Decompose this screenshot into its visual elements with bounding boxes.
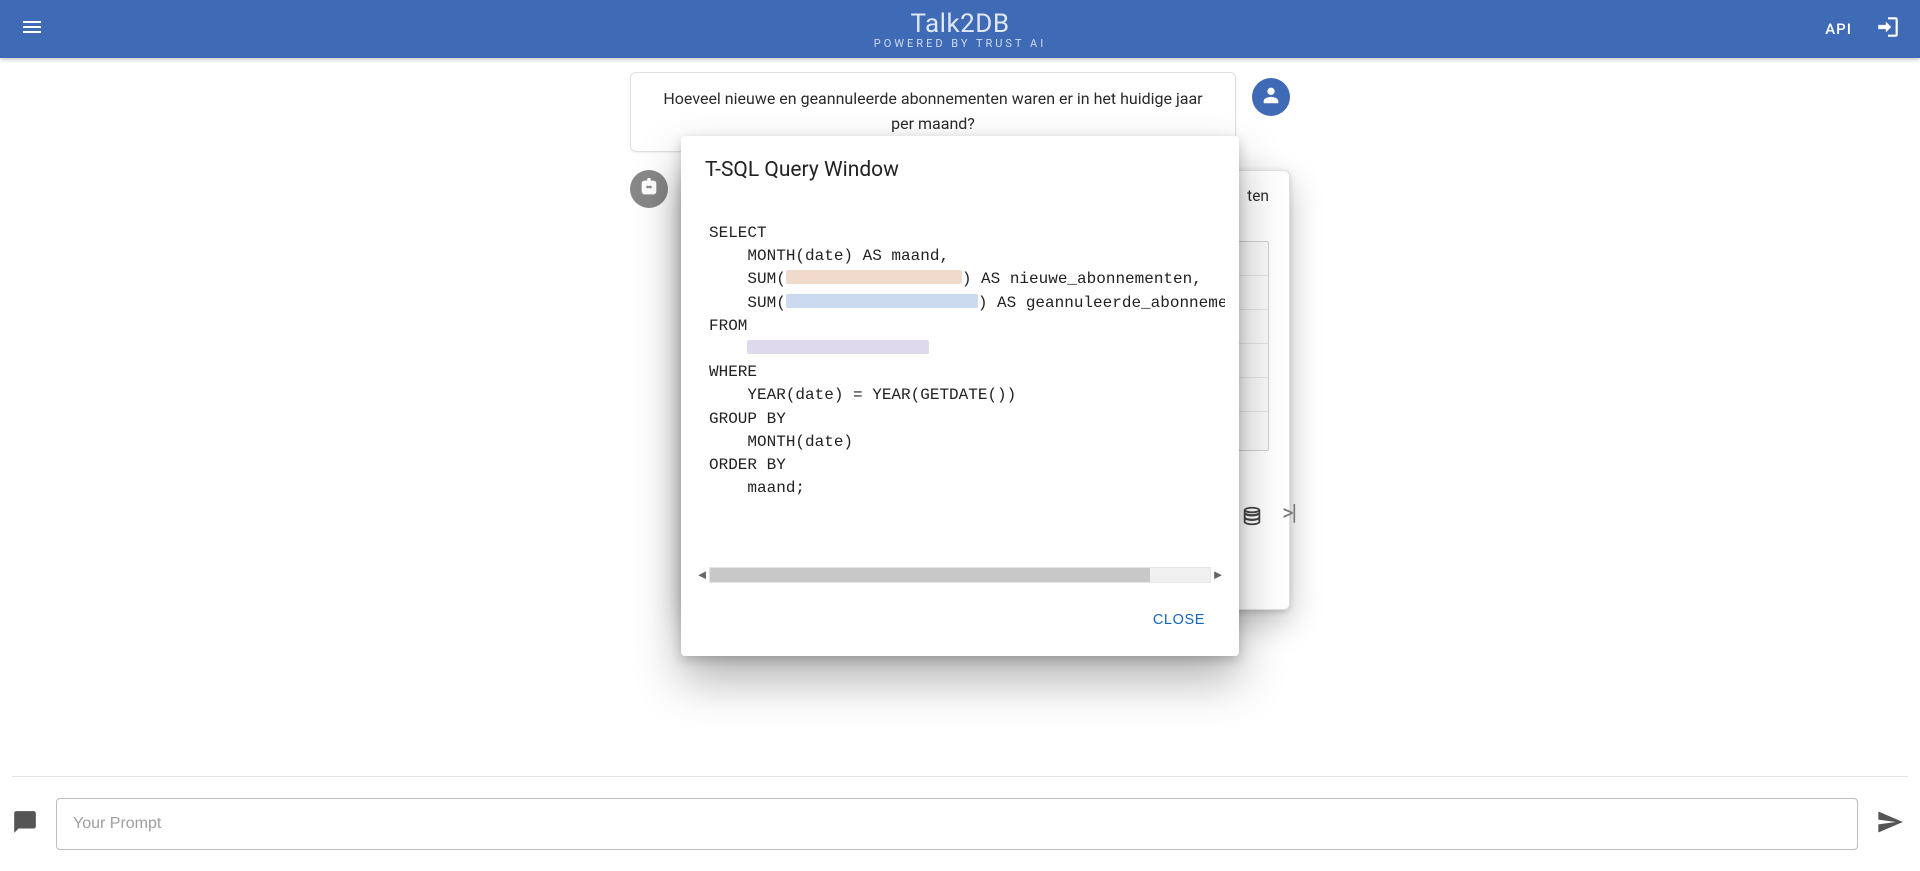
divider: [12, 776, 1908, 777]
pager-last[interactable]: >|: [1282, 501, 1295, 526]
person-icon: [1260, 84, 1282, 110]
menu-button[interactable]: [12, 9, 52, 49]
close-button[interactable]: CLOSE: [1143, 604, 1215, 636]
scrollbar-thumb[interactable]: [710, 568, 1150, 582]
scroll-left-arrow[interactable]: ◄: [695, 567, 709, 583]
hamburger-icon: [20, 15, 44, 43]
view-sql-button[interactable]: [1241, 505, 1269, 533]
sql-query-modal: T-SQL Query Window SELECT MONTH(date) AS…: [681, 136, 1239, 656]
app-bar: Talk2DB POWERED BY TRUST AI API: [0, 0, 1920, 58]
prompt-bar: [12, 795, 1908, 853]
sql-code: SELECT MONTH(date) AS maand, SUM() AS ni…: [695, 218, 1225, 504]
redacted-expression: [786, 294, 978, 308]
app-subtitle: POWERED BY TRUST AI: [874, 37, 1046, 50]
api-label[interactable]: API: [1825, 20, 1852, 38]
redacted-table-name: [747, 340, 929, 354]
scroll-right-arrow[interactable]: ►: [1211, 567, 1225, 583]
prompt-input[interactable]: [56, 798, 1858, 850]
app-title: Talk2DB: [874, 9, 1046, 39]
robot-icon: [638, 176, 660, 202]
scrollbar-track[interactable]: [709, 567, 1211, 583]
sql-code-area[interactable]: SELECT MONTH(date) AS maand, SUM() AS ni…: [695, 218, 1225, 558]
app-title-block: Talk2DB POWERED BY TRUST AI: [874, 9, 1046, 50]
chat-icon: [12, 809, 42, 839]
send-icon: [1876, 808, 1904, 840]
horizontal-scrollbar[interactable]: ◄ ►: [695, 566, 1225, 584]
database-icon: [1241, 512, 1263, 531]
logout-button[interactable]: [1868, 9, 1908, 49]
chat-area: Hoeveel nieuwe en geannuleerde abonnemen…: [0, 58, 1920, 775]
send-button[interactable]: [1872, 806, 1908, 842]
modal-title: T-SQL Query Window: [681, 158, 1239, 194]
user-avatar: [1252, 78, 1290, 116]
bot-avatar: [630, 170, 668, 208]
redacted-expression: [786, 270, 962, 284]
logout-icon: [1875, 14, 1901, 44]
